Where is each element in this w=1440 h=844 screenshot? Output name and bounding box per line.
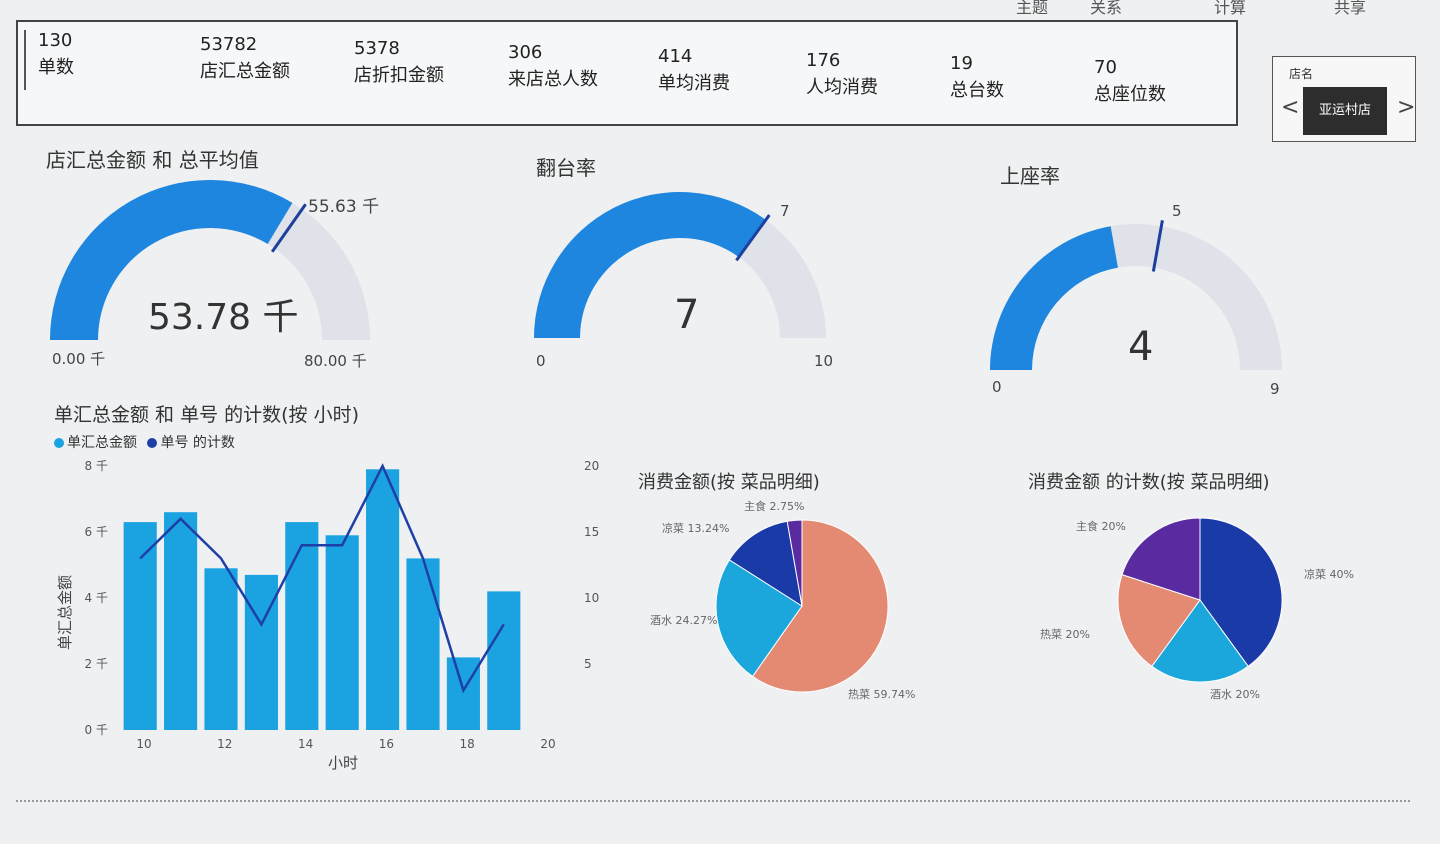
slicer-item-store[interactable]: 亚运村店 [1303, 87, 1387, 135]
kpi-order-count[interactable]: 130 单数 [38, 30, 74, 79]
kpi-value: 53782 [200, 34, 258, 55]
x-tick-label: 16 [379, 737, 394, 751]
divider [16, 800, 1410, 802]
gauge2-target: 7 [780, 202, 790, 220]
bar [204, 568, 238, 730]
legend-dot [54, 438, 64, 448]
chevron-left-icon[interactable]: < [1281, 95, 1299, 120]
kpi-value: 306 [508, 42, 543, 63]
kpi-label: 总台数 [950, 80, 1004, 101]
kpi-value: 5378 [354, 38, 400, 59]
gauge2-value: 7 [674, 292, 700, 338]
kpi-value: 70 [1094, 57, 1117, 78]
gauge3-target: 5 [1172, 202, 1182, 220]
gauge3-value: 4 [1128, 324, 1154, 370]
ribbon-menu: 主题 关系 计算 共享 [0, 0, 1440, 18]
gauge3-title: 上座率 [1000, 164, 1060, 188]
gauge1-min: 0.00 千 [52, 350, 106, 368]
y2-tick-label: 15 [584, 525, 599, 539]
kpi-label: 单均消费 [658, 73, 730, 94]
y-tick-label: 2 千 [85, 657, 108, 671]
kpi-tables[interactable]: 19 总台数 [950, 53, 1004, 102]
y-tick-label: 0 千 [85, 723, 108, 737]
bar [325, 535, 359, 730]
bar [164, 512, 198, 730]
x-tick-label: 10 [136, 737, 151, 751]
kpi-label: 店折扣金额 [354, 65, 444, 86]
pie1-chart[interactable]: 热菜 59.74% 酒水 24.27% 凉菜 13.24% 主食 2.75% [640, 490, 980, 730]
kpi-visitors[interactable]: 306 来店总人数 [508, 42, 598, 91]
kpi-label: 店汇总金额 [200, 61, 290, 82]
divider [24, 30, 26, 90]
gauge1-max: 80.00 千 [304, 352, 367, 370]
kpi-value: 176 [806, 50, 841, 71]
y-tick-label: 4 千 [85, 591, 108, 605]
pie-label: 酒水 20% [1210, 688, 1260, 701]
pie-label: 热菜 20% [1040, 628, 1090, 641]
combo-legend: 单汇总金额 单号 的计数 [54, 432, 235, 452]
kpi-value: 130 [38, 30, 73, 51]
bar [406, 558, 440, 730]
y-tick-label: 8 千 [85, 459, 108, 473]
bar [446, 657, 480, 730]
x-tick-label: 20 [540, 737, 555, 751]
kpi-label: 单数 [38, 57, 74, 78]
bar [244, 574, 278, 730]
pie-label: 主食 20% [1076, 519, 1126, 533]
gauge-fill [534, 191, 766, 338]
menu-theme[interactable]: 主题 [1016, 0, 1048, 18]
x-tick-label: 18 [460, 737, 475, 751]
kpi-label: 来店总人数 [508, 69, 598, 90]
gauge2-min: 0 [536, 352, 546, 370]
menu-share[interactable]: 共享 [1334, 0, 1366, 18]
legend-item[interactable]: 单号 的计数 [160, 435, 234, 451]
gauge2-max: 10 [814, 352, 834, 370]
pie-label: 凉菜 40% [1304, 567, 1354, 581]
pie2-chart[interactable]: 凉菜 40% 酒水 20% 热菜 20% 主食 20% [1020, 490, 1380, 720]
bar [123, 522, 157, 730]
gauge-fill [990, 226, 1118, 370]
legend-dot [147, 438, 158, 448]
gauge1-title: 店汇总金额 和 总平均值 [46, 148, 259, 172]
kpi-card-bar: 130 单数 53782 店汇总金额 5378 店折扣金额 306 来店总人数 … [16, 20, 1238, 126]
menu-calc[interactable]: 计算 [1214, 0, 1246, 18]
menu-relations[interactable]: 关系 [1090, 0, 1122, 18]
bar [285, 522, 319, 730]
kpi-seats[interactable]: 70 总座位数 [1094, 57, 1166, 106]
gauge1-target: 55.63 千 [308, 197, 380, 217]
y2-tick-label: 5 [584, 657, 592, 671]
kpi-avg-per-person[interactable]: 176 人均消费 [806, 50, 878, 99]
y2-tick-label: 10 [584, 591, 599, 605]
gauge3-max: 9 [1270, 380, 1280, 398]
kpi-value: 19 [950, 53, 973, 74]
gauge3-min: 0 [992, 378, 1002, 396]
bar [366, 469, 400, 730]
x-tick-label: 14 [298, 737, 313, 751]
pie-label: 热菜 59.74% [848, 688, 915, 701]
combo-xlabel: 小时 [328, 754, 359, 772]
store-slicer: 店名 < 亚运村店 > [1272, 56, 1416, 142]
kpi-label: 人均消费 [806, 77, 878, 98]
kpi-label: 总座位数 [1094, 84, 1166, 105]
pie-label: 主食 2.75% [744, 499, 804, 513]
legend-item[interactable]: 单汇总金额 [67, 435, 137, 451]
pie-label: 凉菜 13.24% [662, 521, 729, 535]
x-tick-label: 12 [217, 737, 232, 751]
combo-title: 单汇总金额 和 单号 的计数(按 小时) [54, 404, 359, 426]
bar [487, 591, 521, 730]
kpi-store-total[interactable]: 53782 店汇总金额 [200, 34, 290, 83]
slicer-title: 店名 [1289, 67, 1314, 81]
gauge1-value: 53.78 千 [148, 297, 299, 338]
chevron-right-icon[interactable]: > [1397, 95, 1415, 120]
y2-tick-label: 20 [584, 459, 599, 473]
y-tick-label: 6 千 [85, 525, 108, 539]
gauge2-title: 翻台率 [536, 156, 596, 180]
kpi-avg-per-order[interactable]: 414 单均消费 [658, 46, 730, 95]
pie-label: 酒水 24.27% [650, 614, 717, 627]
combo-chart[interactable]: 0 千 2 千 4 千 6 千 8 千 5 10 15 20 10 12 14 16 18 20 [60, 450, 600, 770]
kpi-store-discount[interactable]: 5378 店折扣金额 [354, 38, 444, 87]
kpi-value: 414 [658, 46, 693, 67]
